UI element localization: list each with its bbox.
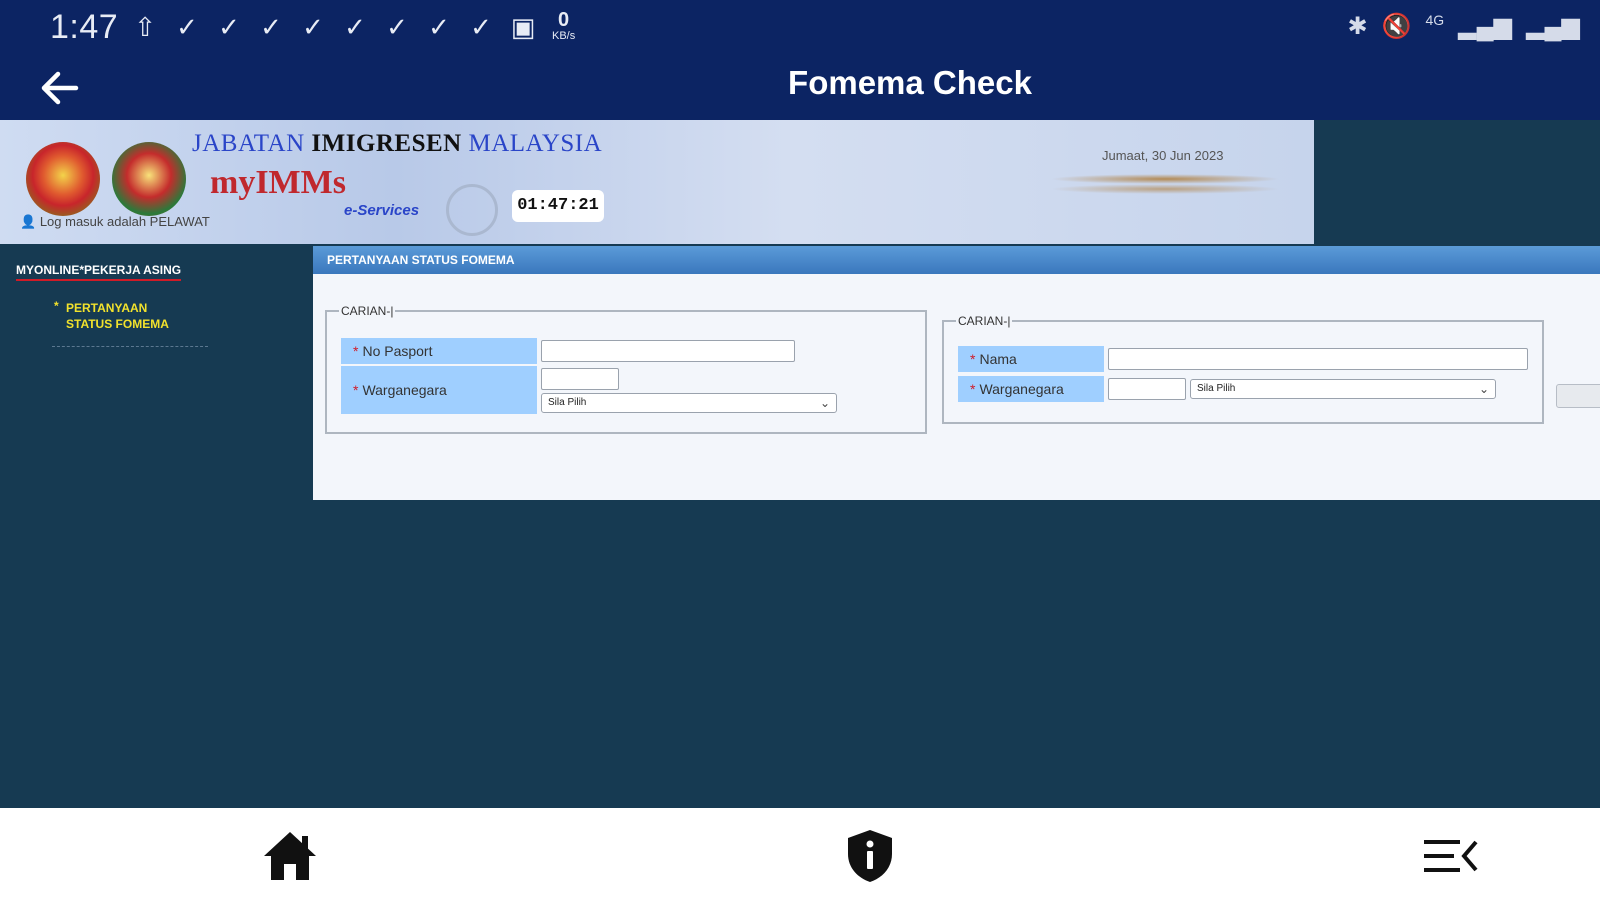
chevron-down-icon: ⌄	[819, 396, 830, 410]
user-icon: 👤	[20, 214, 37, 229]
nationality-label: * Warganegara	[958, 376, 1104, 402]
brand-logo: myIMMs	[210, 164, 346, 201]
nationality-select[interactable]: Sila Pilih ⌄	[1190, 379, 1496, 399]
mute-icon: 🔇	[1381, 13, 1412, 40]
fieldset-legend: CARIAN-|	[341, 304, 394, 318]
decor-line	[1050, 184, 1280, 194]
nationality-label-text: Warganegara	[362, 382, 447, 398]
bottom-nav	[0, 808, 1600, 900]
search-by-name: CARIAN-| * Nama * Warganegara Sila Pilih ⌄	[942, 314, 1544, 424]
dept-word-3: MALAYSIA	[468, 130, 603, 157]
check-icon: ✓	[302, 12, 324, 42]
immigration-logo	[112, 142, 186, 216]
nationality-select-value: Sila Pilih	[1197, 383, 1236, 394]
upload-icon: ⇧	[134, 12, 156, 42]
fieldset-legend: CARIAN-|	[958, 314, 1011, 328]
name-label: * Nama	[958, 346, 1104, 372]
status-bar: 1:47 ⇧ ✓ ✓ ✓ ✓ ✓ ✓ ✓ ✓ ▣ 0 KB/s ✱ 🔇 4G ▂…	[0, 0, 1600, 58]
clock-ring	[446, 184, 498, 236]
required-mark: *	[970, 351, 976, 367]
login-status: 👤 Log masuk adalah PELAWAT	[20, 214, 210, 230]
status-time: 1:47	[50, 8, 119, 46]
header-banner: JABATAN IMIGRESEN MALAYSIA myIMMs e-Serv…	[0, 120, 1314, 244]
name-label-text: Nama	[979, 351, 1017, 367]
bluetooth-icon: ✱	[1347, 13, 1368, 40]
required-mark: *	[970, 381, 976, 397]
bullet: *	[54, 299, 59, 313]
sidebar-title: MYONLINE*PEKERJA ASING	[16, 263, 182, 281]
check-icon: ✓	[218, 12, 240, 42]
decor-line	[1050, 174, 1280, 184]
passport-label: * No Pasport	[341, 338, 537, 364]
banner-date: Jumaat, 30 Jun 2023	[1102, 148, 1224, 163]
webview: JABATAN IMIGRESEN MALAYSIA myIMMs e-Serv…	[0, 120, 1600, 808]
menu-collapse-icon	[1424, 840, 1478, 872]
nationality-code-input[interactable]	[1108, 378, 1186, 400]
info-button[interactable]	[840, 828, 900, 884]
nationality-label: * Warganegara	[341, 366, 537, 414]
signal-icon: ▂▄▆	[1458, 13, 1513, 40]
required-mark: *	[353, 382, 359, 398]
coat-of-arms-logo	[26, 142, 100, 216]
subbrand: e-Services	[344, 202, 420, 219]
network-type-icon: 4G	[1425, 12, 1445, 28]
nationality-select-value: Sila Pilih	[548, 397, 587, 408]
check-icon: ✓	[428, 12, 450, 42]
search-by-passport: CARIAN-| * No Pasport * Warganegara Sila P…	[325, 304, 927, 434]
search-button[interactable]	[1556, 384, 1600, 408]
passport-input[interactable]	[541, 340, 795, 362]
check-icon: ✓	[260, 12, 282, 42]
home-button[interactable]	[260, 828, 320, 884]
nationality-select[interactable]: Sila Pilih ⌄	[541, 393, 837, 413]
name-input[interactable]	[1108, 348, 1528, 370]
shield-info-icon	[848, 830, 892, 882]
sidebar-item-line-1: PERTANYAAN	[66, 301, 148, 315]
sidebar-item-fomema-status[interactable]: * PERTANYAAN STATUS FOMEMA	[54, 299, 214, 332]
sidebar-item-line-2: STATUS FOMEMA	[66, 317, 169, 331]
check-icon: ✓	[470, 12, 492, 42]
data-rate: 0 KB/s	[552, 10, 575, 42]
content-panel: PERTANYAAN STATUS FOMEMA CARIAN-| * No Pa…	[313, 246, 1600, 500]
nationality-code-input[interactable]	[541, 368, 619, 390]
page-title: Fomema Check	[788, 64, 1032, 101]
sidebar-divider	[52, 346, 208, 349]
system-icons: ✱ 🔇 4G ▂▄▆ ▂▄▆	[1347, 12, 1580, 41]
data-rate-value: 0	[558, 9, 570, 31]
nationality-label-text: Warganegara	[979, 381, 1064, 397]
check-icon: ✓	[344, 12, 366, 42]
dept-word-1: JABATAN	[192, 130, 305, 157]
department-name: JABATAN IMIGRESEN MALAYSIA	[192, 130, 602, 158]
panel-header: PERTANYAAN STATUS FOMEMA	[313, 246, 1600, 274]
required-mark: *	[353, 343, 359, 359]
menu-button[interactable]	[1420, 828, 1480, 884]
dept-word-2: IMIGRESEN	[311, 130, 462, 157]
check-icon: ✓	[386, 12, 408, 42]
home-icon	[264, 832, 316, 880]
check-icon: ✓	[176, 12, 198, 42]
signal-icon: ▂▄▆	[1526, 13, 1580, 40]
login-status-text: Log masuk adalah PELAWAT	[39, 214, 210, 229]
data-rate-unit: KB/s	[552, 30, 576, 42]
session-clock: 01:47:21	[512, 190, 604, 222]
chevron-down-icon: ⌄	[1478, 382, 1489, 396]
image-icon: ▣	[510, 12, 536, 42]
notification-icons: ⇧ ✓ ✓ ✓ ✓ ✓ ✓ ✓ ✓ ▣	[130, 10, 538, 44]
app-bar: Fomema Check	[0, 58, 1600, 120]
passport-label-text: No Pasport	[362, 343, 433, 359]
